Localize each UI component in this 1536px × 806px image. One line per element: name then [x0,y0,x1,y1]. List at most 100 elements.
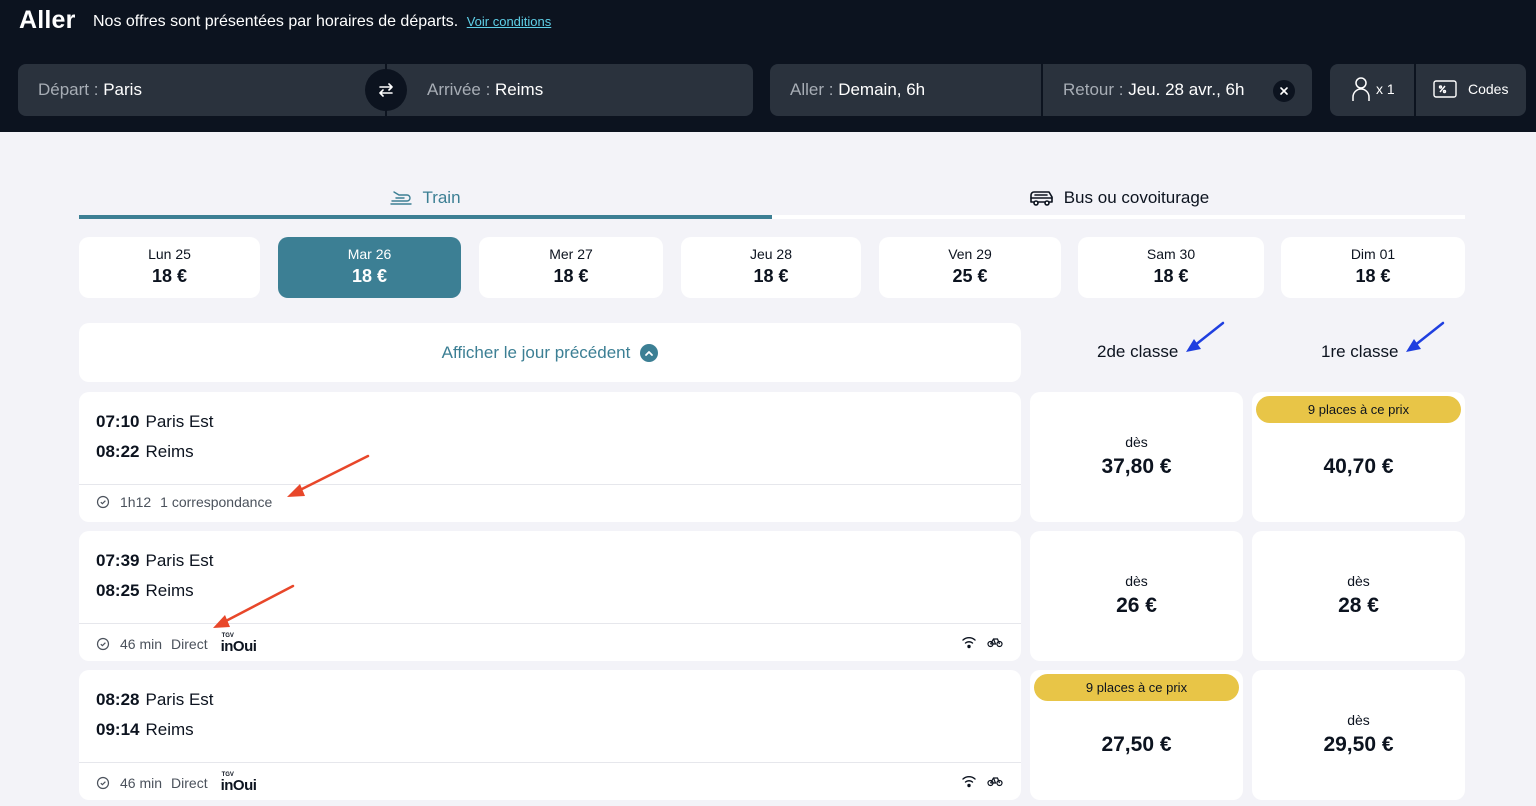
clock-icon [96,637,110,651]
date-card[interactable]: Lun 25 18 € [79,237,260,298]
date-price: 18 € [351,266,388,286]
arrival-station: Reims [145,442,194,461]
date-day: Sam 30 [1146,246,1196,262]
passengers-button[interactable]: x 1 [1330,64,1414,116]
discount-code-icon [1433,80,1457,98]
tgv-inoui-logo: TGV inOui [221,772,257,793]
return-text: Retour : Jeu. 28 avr., 6h [1063,80,1244,100]
arrival-text: Arrivée : Reims [427,80,543,100]
first-class-price-card[interactable]: 9 places à ce prix 40,70 € [1252,392,1465,522]
swap-stations-button[interactable] [365,69,407,111]
bicycle-icon [987,774,1003,788]
outbound-label: Aller : [790,80,834,99]
price-from-label: dès [1125,573,1148,589]
duration: 46 min [120,774,163,791]
passenger-count: x 1 [1376,81,1395,97]
tab-bus-label: Bus ou covoiturage [1063,188,1210,207]
second-class-price-card[interactable]: dès 37,80 € [1030,392,1243,522]
departure-station: Paris Est [145,551,214,570]
train-icon [390,190,413,206]
person-icon [1352,77,1370,101]
departure-line: 07:10 Paris Est [96,412,214,432]
arrival-label: Arrivée : [427,80,491,99]
journey-details: 46 min Direct TGV inOui [96,633,257,654]
price-amount: 40,70 € [1323,455,1394,478]
journey-card[interactable]: 07:39 Paris Est 08:25 Reims 46 min Direct … [79,531,1021,661]
departure-label: Départ : [38,80,99,99]
departure-line: 07:39 Paris Est [96,551,214,571]
duration: 1h12 [120,494,152,510]
date-card[interactable]: Dim 01 18 € [1281,237,1465,298]
date-price: 18 € [1153,266,1189,286]
conditions-link[interactable]: Voir conditions [467,14,552,29]
blue-arrow-first-class [1406,321,1445,352]
divider [79,623,1021,624]
date-card[interactable]: Mer 27 18 € [479,237,663,298]
arrival-time: 09:14 [96,720,140,739]
divider [79,762,1021,763]
top-header: Aller Nos offres sont présentées par hor… [0,0,1536,132]
arrival-line: 08:22 Reims [96,442,194,462]
divider [79,484,1021,485]
show-previous-day-button[interactable]: Afficher le jour précédent [79,323,1021,382]
tab-bus[interactable]: Bus ou covoiturage [772,180,1465,216]
return-date-field[interactable]: Retour : Jeu. 28 avr., 6h [1043,64,1312,116]
arrival-time: 08:22 [96,442,140,461]
price-amount: 29,50 € [1323,733,1394,756]
codes-button[interactable]: Codes [1416,64,1526,116]
departure-text: Départ : Paris [38,80,142,100]
wifi-icon [961,635,977,649]
date-day: Jeu 28 [749,246,793,262]
swap-icon [379,83,393,97]
date-day: Dim 01 [1350,246,1396,262]
chevron-up-icon [640,343,659,362]
arrival-field[interactable]: Arrivée : Reims [387,64,753,116]
date-card[interactable]: Sam 30 18 € [1078,237,1264,298]
arrival-line: 09:14 Reims [96,720,194,740]
date-price: 25 € [952,266,988,286]
page-subtitle: Nos offres sont présentées par horaires … [93,13,551,31]
journey-card[interactable]: 07:10 Paris Est 08:22 Reims 1h12 1 corresp… [79,392,1021,522]
departure-field[interactable]: Départ : Paris [18,64,385,116]
date-price: 18 € [753,266,789,286]
outbound-date-field[interactable]: Aller : Demain, 6h [770,64,1041,116]
date-card[interactable]: Jeu 28 18 € [681,237,861,298]
price-amount: 37,80 € [1101,455,1172,478]
brand-name: inOui [220,638,257,655]
second-class-price-card[interactable]: 9 places à ce prix 27,50 € [1030,670,1243,800]
date-day: Mer 27 [549,246,593,262]
outbound-value: Demain, 6h [838,80,926,99]
price-amount: 28 € [1338,594,1379,617]
codes-label: Codes [1468,81,1509,97]
arrival-line: 08:25 Reims [96,581,194,601]
second-class-header: 2de classe [1097,342,1179,361]
clear-return-button[interactable] [1273,80,1295,102]
bicycle-icon [987,635,1003,649]
price-from-label: dès [1347,712,1370,728]
wifi-icon [961,774,977,788]
first-class-price-card[interactable]: dès 28 € [1252,531,1465,661]
first-class-price-card[interactable]: dès 29,50 € [1252,670,1465,800]
close-icon [1280,87,1288,95]
arrival-station: Reims [145,581,194,600]
date-price: 18 € [1355,266,1391,286]
price-amount: 26 € [1116,594,1157,617]
price-from-label: dès [1125,434,1148,450]
second-class-price-card[interactable]: dès 26 € [1030,531,1243,661]
clock-icon [96,495,110,509]
price-amount: 27,50 € [1101,733,1172,756]
clock-icon [96,776,110,790]
date-day: Ven 29 [948,246,992,262]
page-title: Aller [19,6,76,34]
connection-info: Direct [171,774,208,791]
arrival-value: Reims [495,80,544,99]
tab-train[interactable]: Train [79,180,772,216]
date-card-selected[interactable]: Mar 26 18 € [278,237,461,298]
date-card[interactable]: Ven 29 25 € [879,237,1061,298]
journey-card[interactable]: 08:28 Paris Est 09:14 Reims 46 min Direct … [79,670,1021,800]
departure-time: 07:10 [96,412,140,431]
date-price: 18 € [553,266,589,286]
departure-time: 07:39 [96,551,140,570]
date-day: Lun 25 [148,246,191,262]
tgv-inoui-logo: TGV inOui [221,633,257,654]
